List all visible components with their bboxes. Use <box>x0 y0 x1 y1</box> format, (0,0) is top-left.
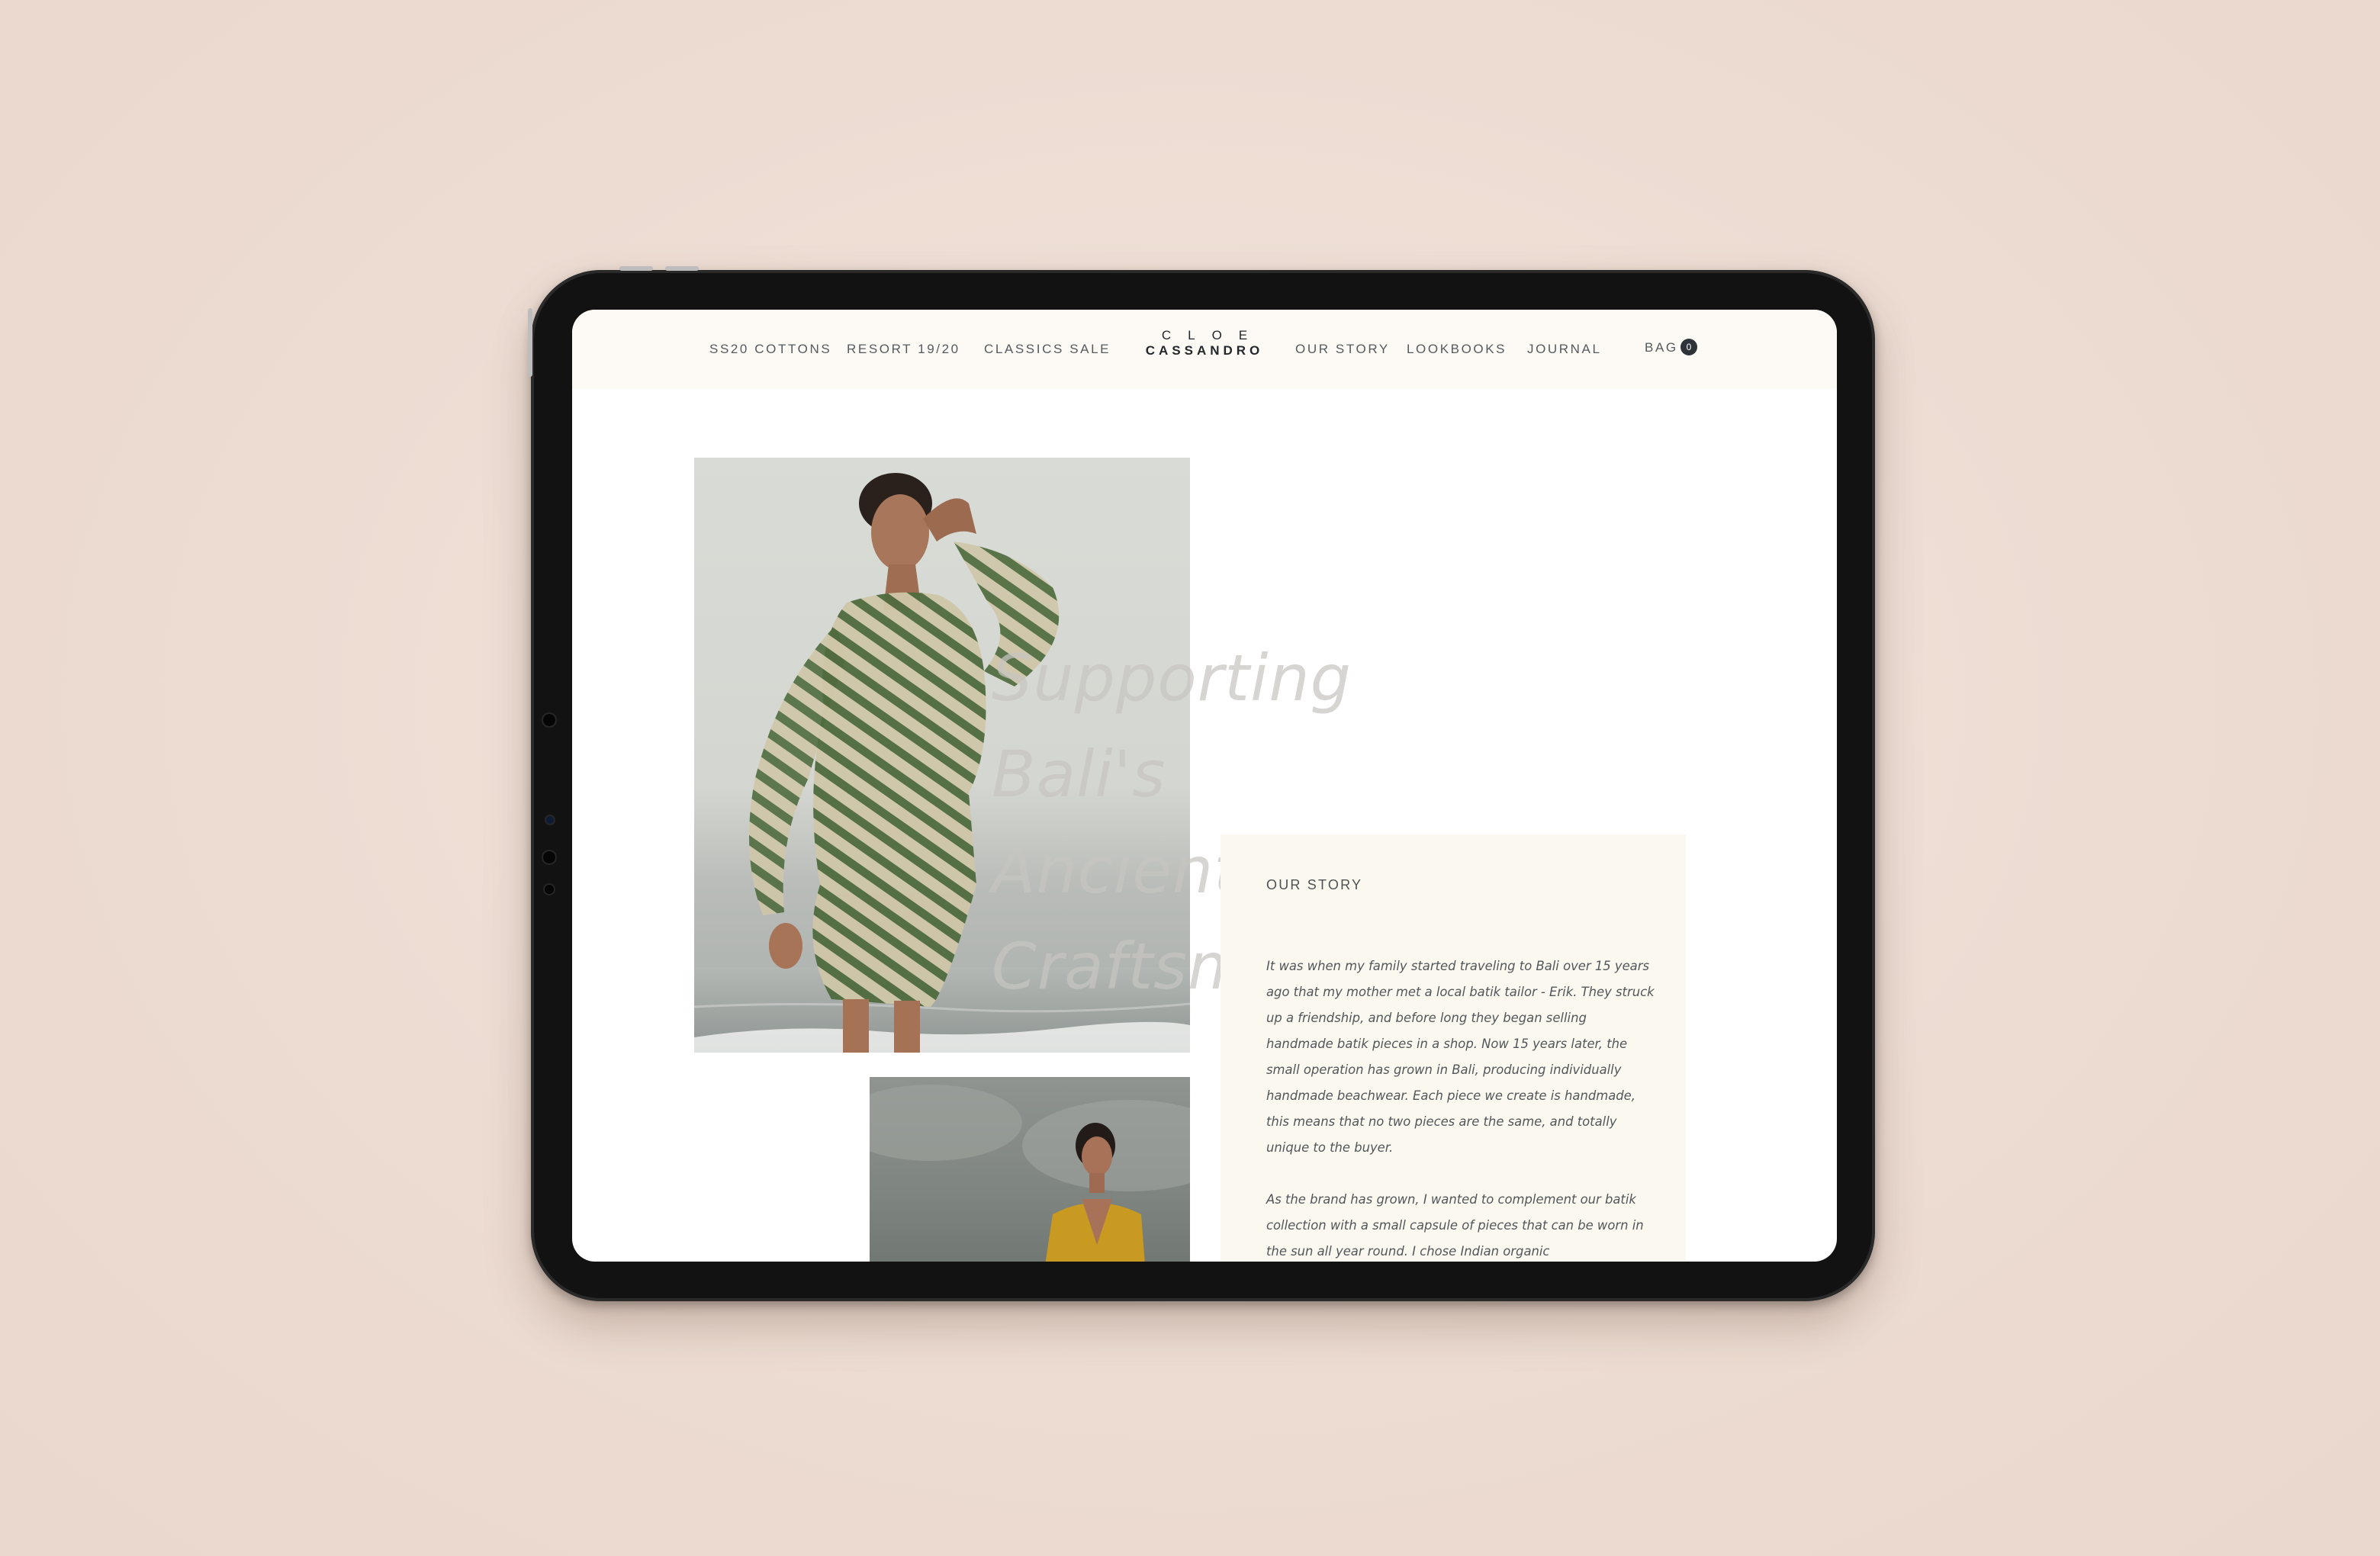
bag-link[interactable]: BAG <box>1645 340 1678 355</box>
sensor-icon <box>542 850 557 865</box>
nav-link-ss20-cottons[interactable]: SS20 COTTONS <box>709 342 831 357</box>
bag-count-badge[interactable]: 0 <box>1680 339 1697 355</box>
tablet-device: SS20 COTTONS RESORT 19/20 CLASSICS SALE … <box>528 266 1875 1301</box>
brand-logo[interactable]: CLOE CASSANDRO <box>1137 328 1272 358</box>
hero-title-line-1: Supporting Bali's <box>992 641 1352 812</box>
power-button <box>528 308 532 377</box>
model-yellow-dress-image <box>870 1085 1190 1262</box>
logo-line-1: CLOE <box>1161 328 1265 342</box>
camera-icon <box>542 712 557 728</box>
story-heading: OUR STORY <box>1266 877 1363 892</box>
story-paragraph-2: As the brand has grown, I wanted to comp… <box>1266 1192 1644 1259</box>
tablet-screen: SS20 COTTONS RESORT 19/20 CLASSICS SALE … <box>572 310 1837 1262</box>
nav-link-classics-sale[interactable]: CLASSICS SALE <box>984 342 1111 357</box>
logo-line-2: CASSANDRO <box>1145 343 1264 358</box>
top-volume-button <box>665 266 699 271</box>
story-body: It was when my family started traveling … <box>1266 953 1655 1262</box>
top-navigation: SS20 COTTONS RESORT 19/20 CLASSICS SALE … <box>572 310 1837 389</box>
nav-link-journal[interactable]: JOURNAL <box>1527 342 1602 357</box>
story-paragraph-1: It was when my family started traveling … <box>1266 959 1655 1155</box>
nav-link-our-story[interactable]: OUR STORY <box>1295 342 1390 357</box>
nav-link-resort[interactable]: RESORT 19/20 <box>847 342 960 357</box>
our-story-card: OUR STORY It was when my family started … <box>1221 834 1686 1262</box>
sensor-icon <box>543 883 555 895</box>
top-volume-button <box>619 266 653 271</box>
secondary-model-photo <box>870 1077 1190 1262</box>
nav-link-lookbooks[interactable]: LOOKBOOKS <box>1407 342 1507 357</box>
sensor-icon <box>545 815 555 825</box>
